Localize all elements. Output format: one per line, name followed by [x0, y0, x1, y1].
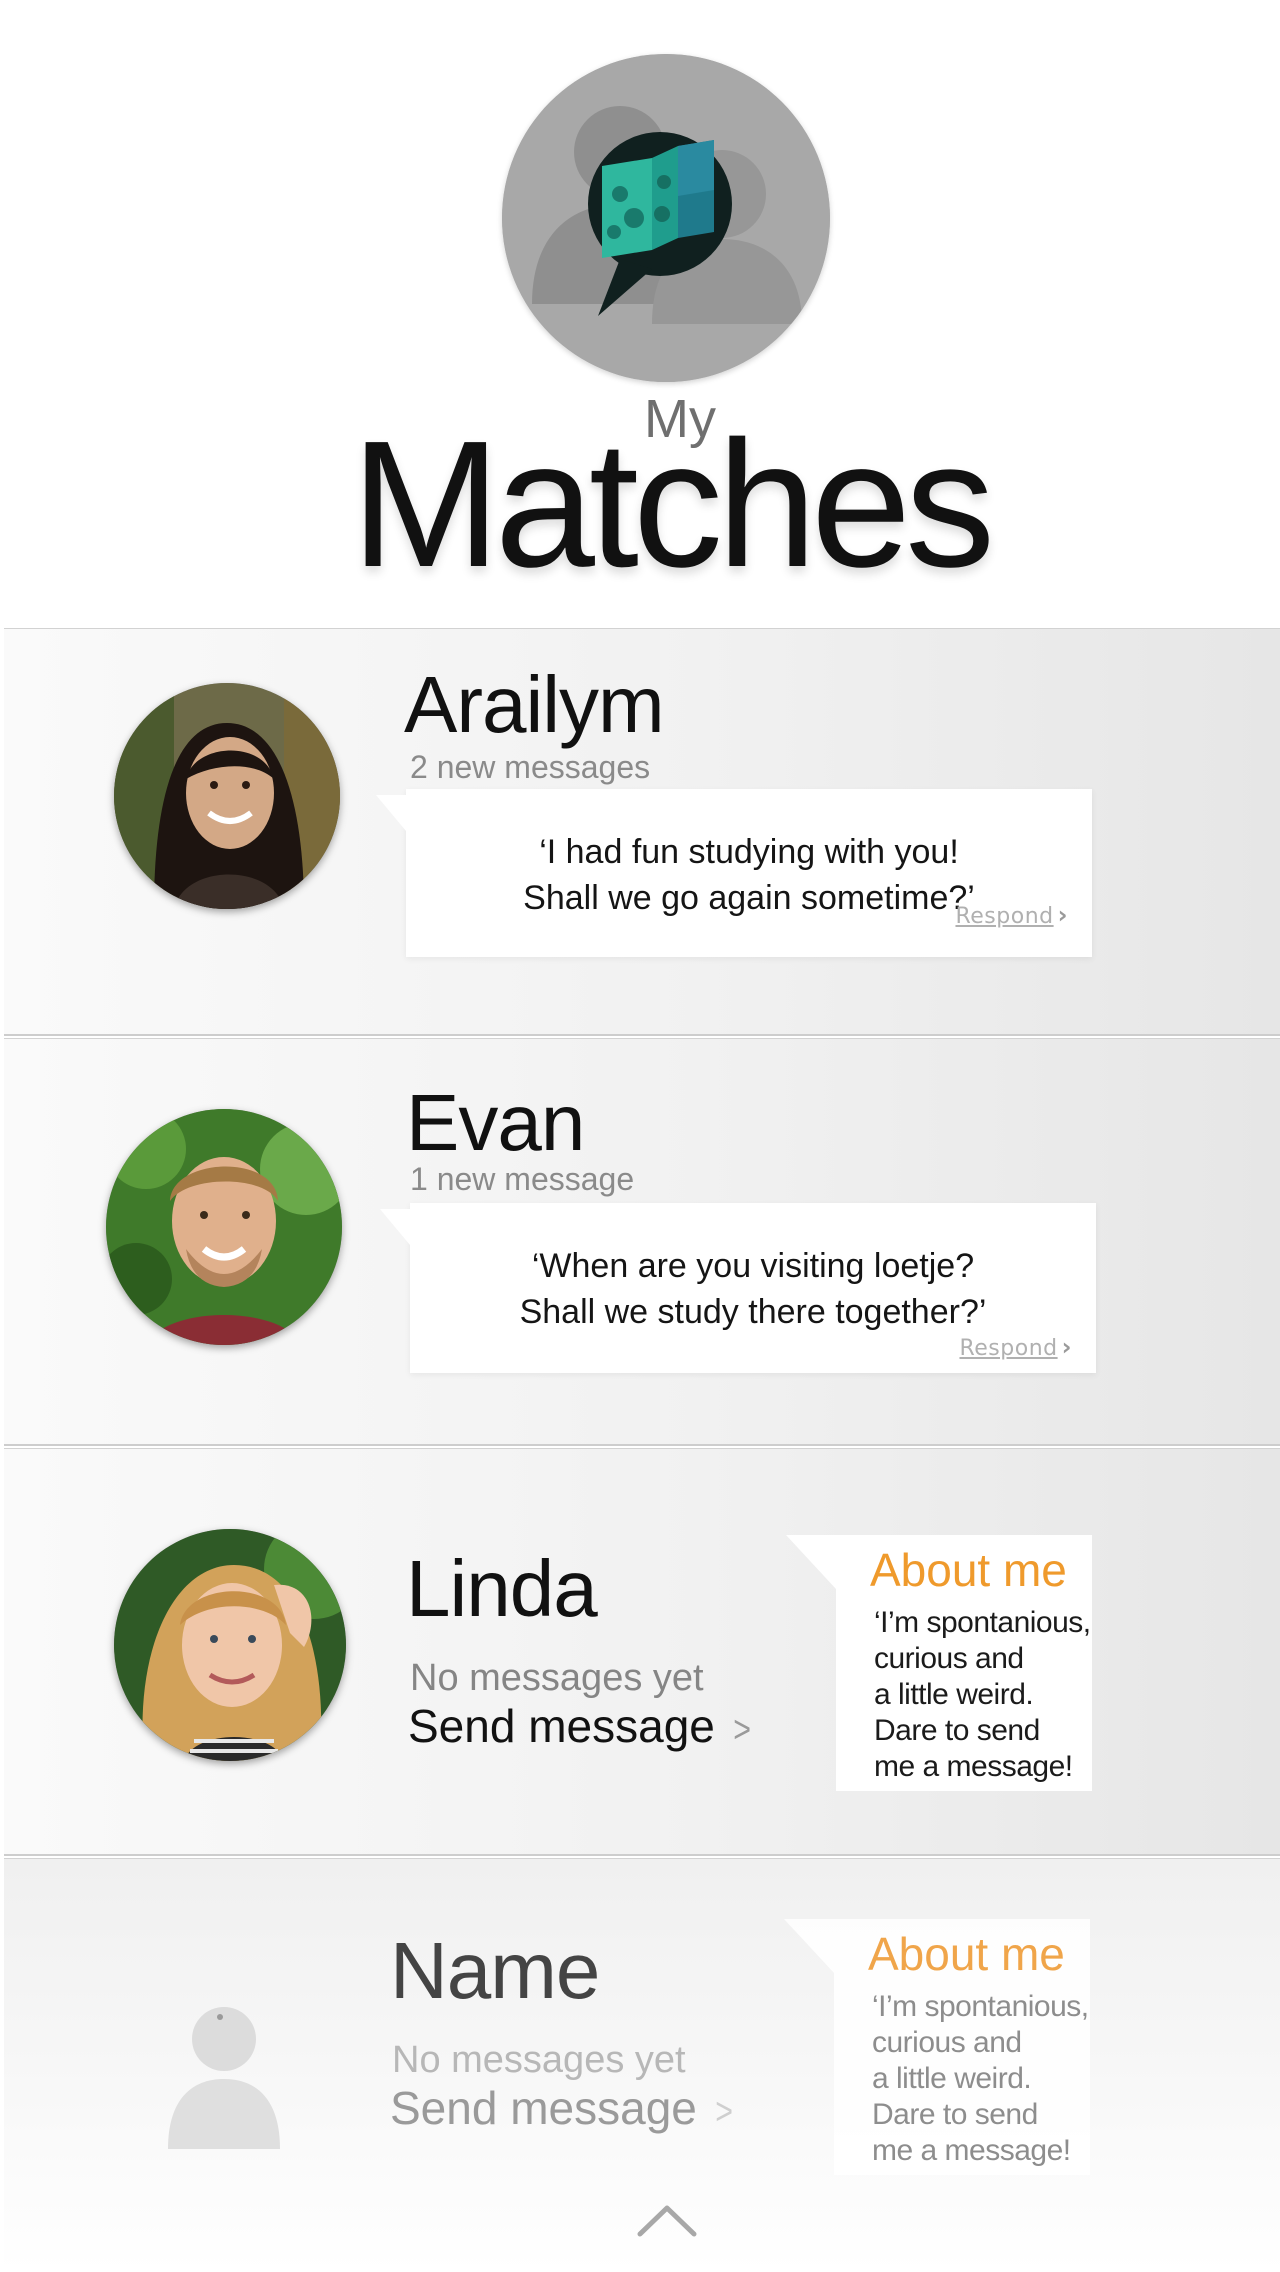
about-me-text: ‘I’m spontanious, curious and a little w…	[872, 1990, 1089, 2167]
avatar[interactable]	[114, 1529, 346, 1761]
about-me-bubble: About me ‘I’m spontanious, curious and a…	[784, 1919, 1090, 2175]
app-logo	[502, 54, 830, 382]
bubble-tail	[380, 1209, 410, 1245]
message-bubble: ‘I had fun studying with you! Shall we g…	[376, 789, 1092, 957]
about-me-title: About me	[870, 1544, 1067, 1596]
match-name[interactable]: Name	[390, 1931, 600, 2011]
no-messages-status: No messages yet	[392, 2039, 686, 2081]
match-card[interactable]: Linda No messages yet Send message > Abou…	[4, 1448, 1280, 1856]
bubble-tail	[784, 1919, 834, 1973]
match-name[interactable]: Evan	[406, 1083, 585, 1163]
chevron-right-icon: >	[715, 2091, 733, 2133]
respond-link[interactable]: Respond ›	[959, 1333, 1072, 1361]
message-bubble: ‘When are you visiting loetje? Shall we …	[380, 1203, 1096, 1373]
match-card[interactable]: Evan 1 new message ‘When are you visitin…	[4, 1038, 1280, 1446]
avatar[interactable]	[106, 1109, 342, 1345]
bubble-tail	[786, 1535, 836, 1589]
match-name[interactable]: Linda	[406, 1549, 598, 1629]
match-name[interactable]: Arailym	[404, 665, 665, 745]
respond-link[interactable]: Respond ›	[955, 901, 1068, 929]
about-me-title: About me	[868, 1928, 1065, 1980]
about-me-text: ‘I’m spontanious, curious and a little w…	[874, 1606, 1091, 1783]
message-preview: ‘When are you visiting loetje? Shall we …	[519, 1247, 987, 1331]
match-card[interactable]: Arailym 2 new messages ‘I had fun studyi…	[4, 628, 1280, 1036]
avatar[interactable]	[114, 683, 340, 909]
scroll-top-button[interactable]	[636, 2200, 698, 2240]
app-logo-map-chat-icon	[502, 54, 830, 382]
about-me-bubble: About me ‘I’m spontanious, curious and a…	[786, 1535, 1092, 1791]
new-messages-count: 1 new message	[410, 1161, 635, 1197]
chevron-up-icon	[637, 2205, 697, 2237]
respond-label: Respond	[955, 904, 1054, 929]
person-placeholder-icon	[164, 1999, 284, 2159]
chevron-right-icon: >	[733, 1709, 751, 1751]
no-messages-status: No messages yet	[410, 1657, 704, 1699]
page-title: Matches	[350, 404, 995, 605]
chevron-right-icon: ›	[1061, 1333, 1072, 1361]
chevron-right-icon: ›	[1057, 901, 1068, 929]
send-message-label: Send message	[390, 2082, 697, 2134]
send-message-label: Send message	[408, 1700, 715, 1752]
send-message-button[interactable]: Send message >	[408, 1703, 753, 1749]
new-messages-count: 2 new messages	[410, 749, 651, 785]
bubble-tail	[376, 795, 406, 831]
respond-label: Respond	[959, 1336, 1058, 1361]
send-message-button[interactable]: Send message >	[390, 2085, 735, 2131]
